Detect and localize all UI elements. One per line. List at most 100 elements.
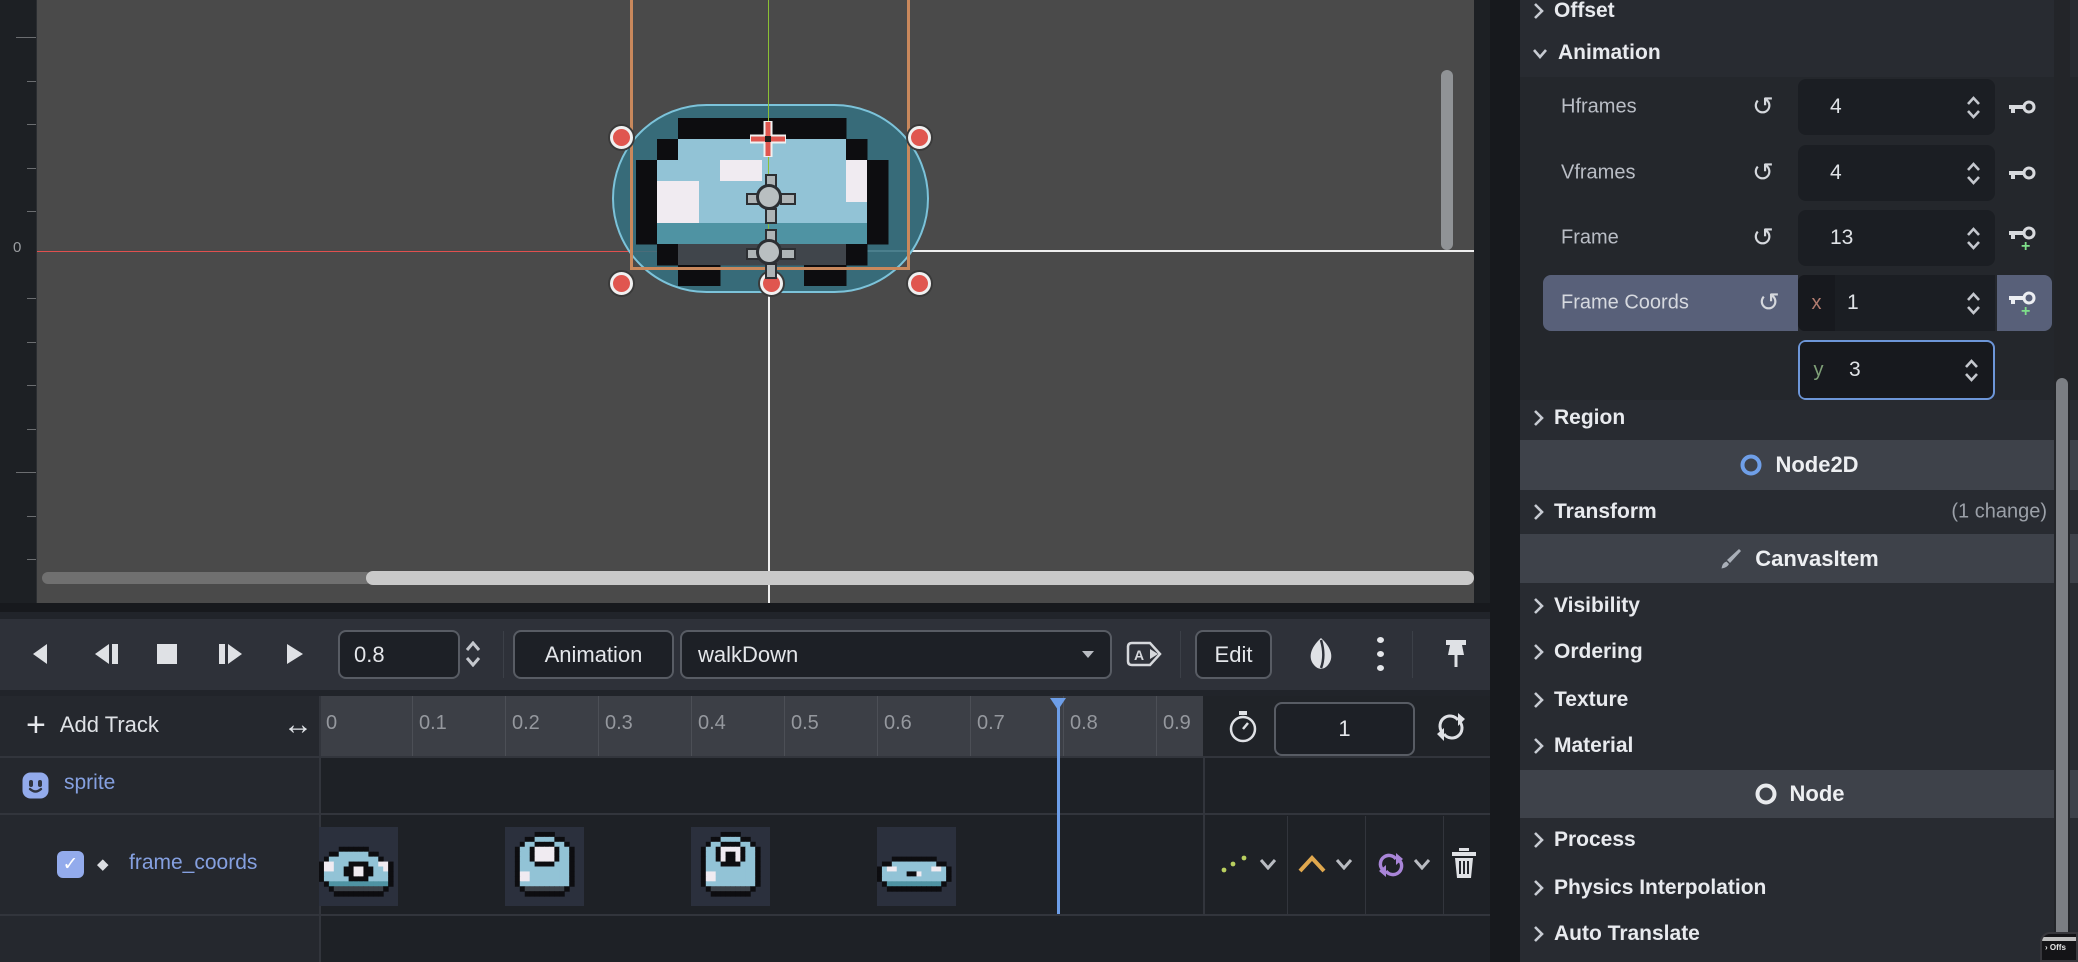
section-process[interactable]: Process [1520,822,2078,858]
more-options-icon[interactable] [1365,633,1395,675]
prop-row-frame-coords-y: y 3 [1520,340,2078,396]
svg-text:+: + [2021,303,2030,317]
origin-gizmo[interactable] [746,229,792,275]
animation-length-field[interactable]: 1 [1274,702,1415,756]
track-row-sprite[interactable]: sprite [0,756,319,813]
timeline-tick [505,696,506,756]
edit-button[interactable]: Edit [1195,630,1272,679]
stop-button[interactable] [151,637,183,671]
autoplay-on-load-icon[interactable]: A [1124,637,1166,671]
key-icon[interactable] [2007,164,2037,182]
category-node[interactable]: Node [1520,770,2078,818]
mini-preview-window[interactable]: › Offs [2040,932,2078,962]
spinner-icon[interactable] [1966,162,1981,185]
keyframe-0[interactable] [319,827,398,906]
delete-track-icon[interactable] [1447,844,1481,884]
interpolation-mode-button[interactable] [1294,848,1330,880]
hframes-field[interactable]: 4 [1798,79,1995,135]
section-animation[interactable]: Animation [1520,32,2078,74]
inspector-scrollbar[interactable] [2054,0,2070,962]
timeline-zoom-icon[interactable]: ↔ [283,708,313,742]
selection-handle-left-mid[interactable] [610,126,633,149]
ruler-origin-label: 0 [13,239,21,256]
spinner-icon[interactable] [1966,96,1981,119]
section-offset[interactable]: Offset [1520,0,2078,28]
selection-handle-right-mid[interactable] [908,126,931,149]
track-row-frame-coords[interactable]: ✓ ◆ frame_coords [0,813,319,914]
pivot-crosshair-icon[interactable] [748,119,788,159]
key-insert-icon[interactable]: + [2007,224,2037,252]
time-spinner[interactable] [462,634,484,674]
prop-row-frame: Frame ↺ 13 + [1520,210,2078,266]
onion-skinning-icon[interactable] [1300,635,1342,673]
playhead-grip[interactable] [1050,698,1066,710]
timer-icon[interactable] [1224,708,1262,746]
update-mode-dropdown-icon[interactable] [1256,852,1280,876]
update-mode-button[interactable] [1213,848,1257,880]
change-count-badge: (1 change) [1951,501,2047,524]
ruler-tick [27,124,36,125]
animation-select[interactable]: walkDown [680,630,1112,679]
interpolation-dropdown-icon[interactable] [1332,852,1356,876]
revert-icon[interactable]: ↺ [1752,158,1774,188]
step-backwards-button[interactable] [88,637,124,671]
loop-icon[interactable] [1432,708,1470,746]
move-gizmo[interactable] [746,174,792,220]
section-visibility[interactable]: Visibility [1520,588,2078,624]
play-backwards-button[interactable] [26,637,56,671]
key-insert-icon[interactable]: + [2007,289,2037,317]
h-scrollbar-thumb[interactable] [366,571,1474,585]
ruler-tick [16,472,36,473]
add-track-button[interactable]: + Add Track [26,708,159,742]
play-button[interactable] [280,637,310,671]
ruler-tick [27,298,36,299]
timeline-tick [691,696,692,756]
loop-wrap-mode-button[interactable] [1372,846,1410,882]
chevron-right-icon [1532,597,1544,615]
selection-handle-bottom-right[interactable] [908,272,931,295]
canvas-2d[interactable] [36,0,1474,603]
timeline-ruler[interactable]: 00.10.20.30.40.50.60.70.80.9 [319,696,1203,756]
section-region[interactable]: Region [1520,400,2078,436]
section-transform[interactable]: Transform (1 change) [1520,494,2078,530]
section-material[interactable]: Material [1520,728,2078,764]
vframes-field[interactable]: 4 [1798,145,1995,201]
frame-coords-x-field[interactable]: x 1 [1798,275,1995,331]
chevron-right-icon [1532,737,1544,755]
track-enabled-checkbox[interactable]: ✓ [57,851,84,878]
keyframe-0.2[interactable] [505,827,584,906]
revert-icon[interactable]: ↺ [1752,223,1774,253]
spinner-icon[interactable] [1966,292,1981,315]
category-canvasitem[interactable]: CanvasItem [1520,534,2078,583]
y-axis-badge: y [1800,342,1837,398]
revert-icon[interactable]: ↺ [1758,288,1780,318]
section-physics-interpolation[interactable]: Physics Interpolation [1520,870,2078,906]
selection-handle-bottom-left[interactable] [610,272,633,295]
inspector-scrollbar-thumb[interactable] [2056,378,2068,948]
step-forward-button[interactable] [213,637,249,671]
playhead[interactable] [1057,698,1060,914]
ruler-tick [27,211,36,212]
category-node2d[interactable]: Node2D [1520,440,2078,490]
animation-menu-button[interactable]: Animation [513,630,674,679]
section-auto-translate[interactable]: Auto Translate [1520,916,2078,952]
key-icon[interactable] [2007,98,2037,116]
timeline-tick [784,696,785,756]
frame-coords-y-field[interactable]: y 3 [1798,340,1995,400]
chevron-right-icon [1532,691,1544,709]
revert-icon[interactable]: ↺ [1752,92,1774,122]
section-ordering[interactable]: Ordering [1520,634,2078,670]
spinner-icon[interactable] [1964,359,1979,382]
pin-icon[interactable] [1437,635,1475,673]
frame-field[interactable]: 13 [1798,210,1995,266]
keyframe-0.4[interactable] [691,827,770,906]
prop-row-frame-coords: Frame Coords ↺ x 1 + [1520,275,2078,331]
h-scrollbar-track-segment[interactable] [42,572,372,584]
v-scrollbar-thumb[interactable] [1441,70,1453,250]
keyframe-0.6[interactable] [877,827,956,906]
timeline-tick [877,696,878,756]
section-texture[interactable]: Texture [1520,682,2078,718]
loop-wrap-dropdown-icon[interactable] [1410,852,1434,876]
current-time-field[interactable]: 0.8 [338,630,460,679]
spinner-icon[interactable] [1966,227,1981,250]
